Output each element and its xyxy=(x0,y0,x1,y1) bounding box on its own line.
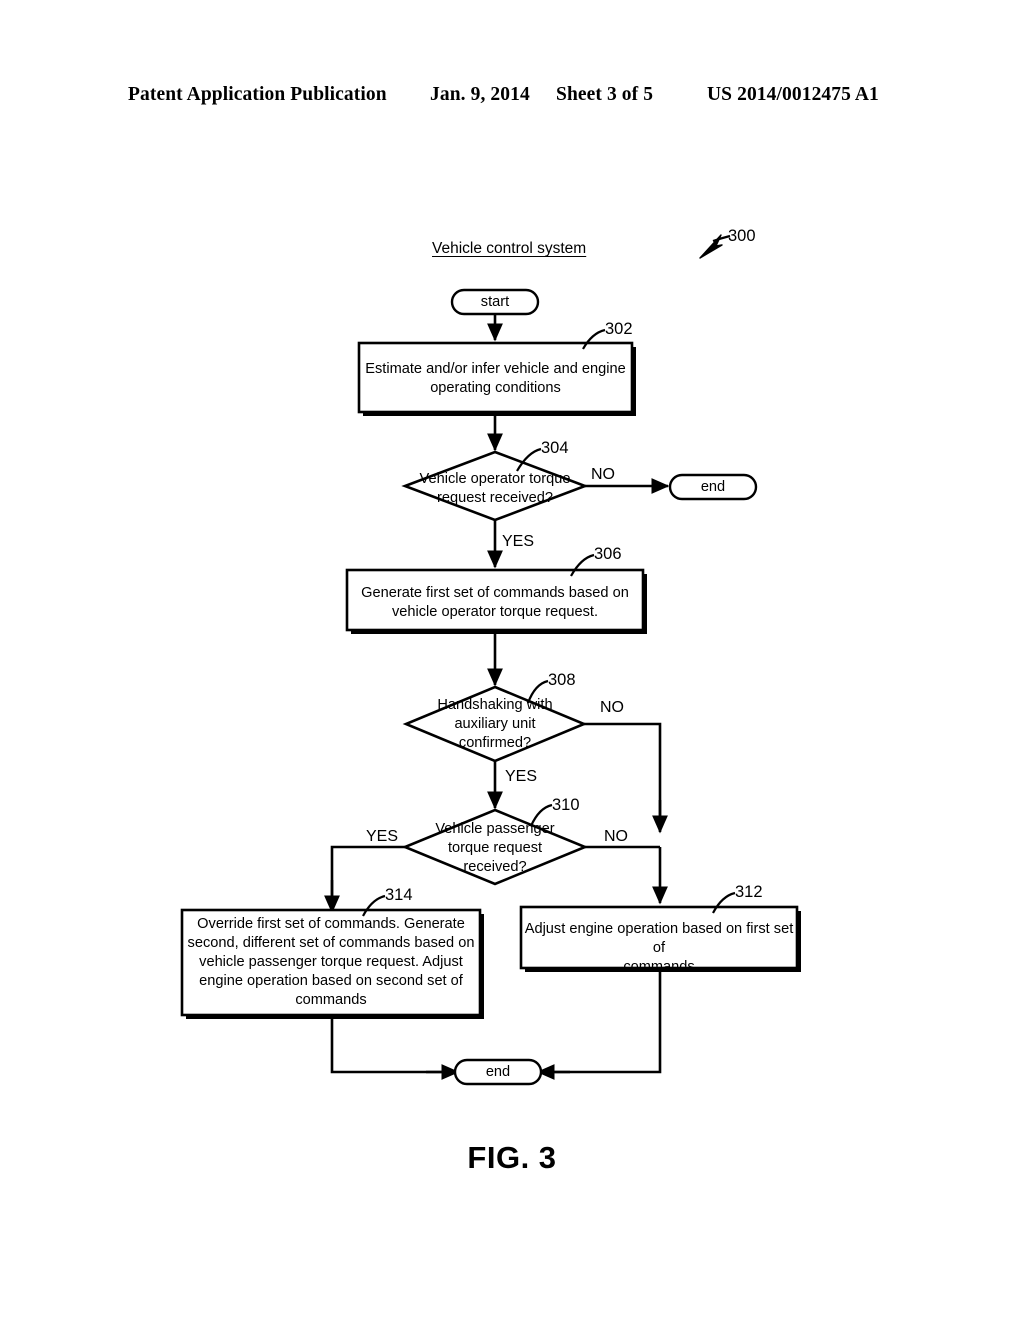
edge-314-to-end xyxy=(330,1015,450,1074)
flowchart-svg xyxy=(180,234,801,1086)
ref-number-310: 310 xyxy=(552,796,580,814)
edge-label-310-yes: YES xyxy=(366,828,399,845)
diagram-title: Vehicle control system xyxy=(432,240,587,257)
node-306-shape xyxy=(345,568,645,632)
flowchart-figure: Vehicle control system 300 start Estimat… xyxy=(0,0,1024,1320)
leader-308 xyxy=(526,679,549,704)
node-start-label: start xyxy=(480,294,510,310)
edge-308-no xyxy=(584,722,662,822)
ref-number-300: 300 xyxy=(728,227,756,245)
figure-caption: FIG. 3 xyxy=(467,1140,557,1175)
leader-300-arrowhead xyxy=(699,234,723,259)
edge-label-308-no: NO xyxy=(600,699,624,716)
edge-312-to-end xyxy=(546,968,662,1074)
ref-number-302: 302 xyxy=(605,320,633,338)
ref-number-306: 306 xyxy=(594,545,622,563)
edge-label-310-no: NO xyxy=(604,828,628,845)
ref-number-304: 304 xyxy=(541,439,569,457)
ref-number-312: 312 xyxy=(735,883,763,901)
edge-label-308-yes: YES xyxy=(505,768,538,785)
node-310-shape xyxy=(401,808,589,886)
node-308-shape xyxy=(402,685,588,763)
node-end1-label: end xyxy=(700,479,726,495)
leader-310 xyxy=(529,803,553,827)
node-304-shape xyxy=(401,450,589,522)
node-312-shape xyxy=(519,905,799,970)
node-302-shape xyxy=(357,341,634,414)
node-end2-label: end xyxy=(485,1064,511,1080)
ref-number-314: 314 xyxy=(385,886,413,904)
edge-label-304-no: NO xyxy=(591,466,615,483)
ref-number-308: 308 xyxy=(548,671,576,689)
node-314-shape xyxy=(180,908,482,1017)
edge-label-304-yes: YES xyxy=(502,533,535,550)
